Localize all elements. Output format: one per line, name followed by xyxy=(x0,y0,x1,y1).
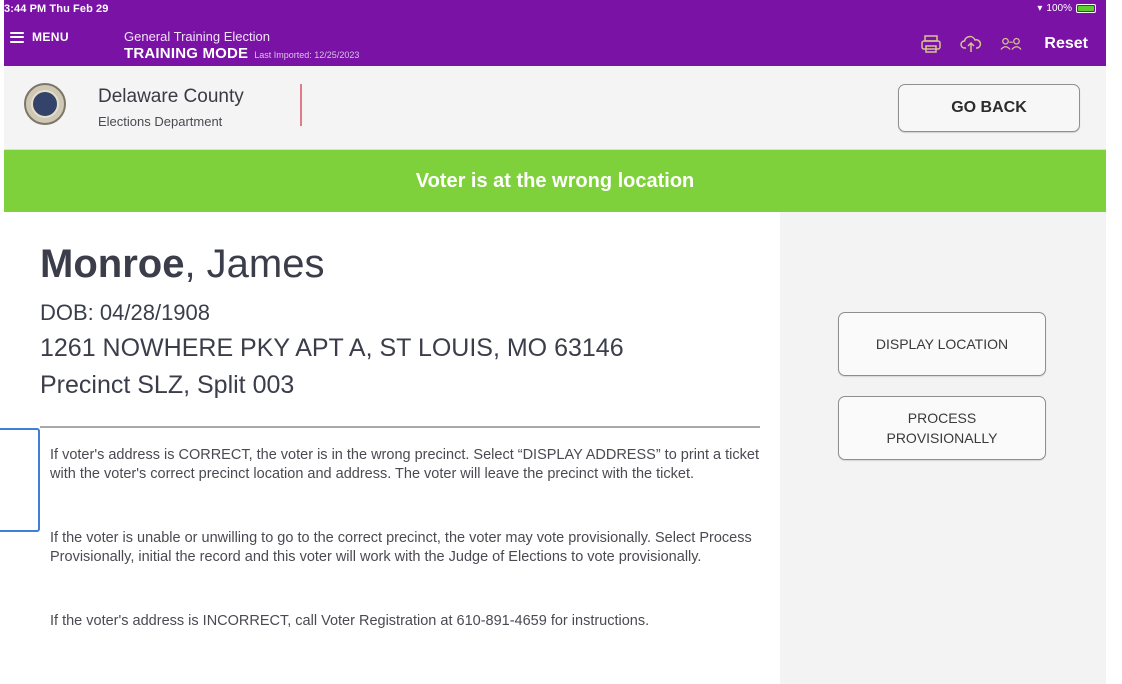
section-divider xyxy=(40,426,760,428)
printer-icon[interactable] xyxy=(920,34,942,54)
hamburger-icon xyxy=(10,31,24,43)
voter-dob: DOB: 04/28/1908 xyxy=(40,300,211,325)
instruction-provisional: If the voter is unable or unwilling to g… xyxy=(50,530,752,565)
status-banner: Voter is at the wrong location xyxy=(4,150,1106,212)
status-time: 3:44 PM Thu Feb 29 xyxy=(4,3,109,15)
actions-panel: DISPLAY LOCATION PROCESS PROVISIONALLY xyxy=(780,212,1106,684)
training-mode-label: TRAINING MODE xyxy=(124,45,249,62)
page-header: Delaware County Elections Department GO … xyxy=(4,66,1106,150)
voter-first-name: , James xyxy=(184,242,325,286)
status-battery: ▾ 100% xyxy=(1037,3,1096,14)
highlight-annotation xyxy=(0,428,40,532)
training-line: TRAINING MODE Last Imported: 12/25/2023 xyxy=(124,45,359,62)
voter-last-name: Monroe xyxy=(40,242,185,286)
battery-percent: 100% xyxy=(1046,3,1072,14)
county-seal-icon xyxy=(24,83,66,125)
menu-button[interactable]: MENU xyxy=(10,30,69,44)
voter-address: 1261 NOWHERE PKY APT A, ST LOUIS, MO 631… xyxy=(40,334,624,362)
menu-label: MENU xyxy=(32,30,69,44)
instruction-address-correct: If voter's address is CORRECT, the voter… xyxy=(50,447,759,482)
users-icon[interactable] xyxy=(1000,34,1022,54)
reset-button[interactable]: Reset xyxy=(1044,35,1088,53)
instruction-address-incorrect: If the voter's address is INCORRECT, cal… xyxy=(50,613,650,629)
last-imported: Last Imported: 12/25/2023 xyxy=(254,50,360,60)
display-location-button[interactable]: DISPLAY LOCATION xyxy=(838,312,1046,376)
org-name: Delaware County xyxy=(98,86,244,107)
org-department: Elections Department xyxy=(98,114,223,129)
wifi-icon: ▾ xyxy=(1037,3,1043,14)
battery-icon xyxy=(1076,4,1096,13)
voter-details-panel: Monroe, James DOB: 04/28/1908 1261 NOWHE… xyxy=(4,212,780,684)
voter-precinct: Precinct SLZ, Split 003 xyxy=(40,371,295,399)
app-screen: 3:44 PM Thu Feb 29 ▾ 100% MENU General T… xyxy=(4,0,1106,684)
go-back-button[interactable]: GO BACK xyxy=(898,84,1080,132)
top-nav-bar: 3:44 PM Thu Feb 29 ▾ 100% MENU General T… xyxy=(4,0,1106,66)
election-name: General Training Election xyxy=(124,29,270,44)
cloud-upload-icon[interactable] xyxy=(960,34,982,54)
top-actions: Reset xyxy=(920,34,1088,54)
voter-name: Monroe, James xyxy=(40,242,324,287)
process-provisionally-button[interactable]: PROCESS PROVISIONALLY xyxy=(838,396,1046,460)
header-divider xyxy=(300,84,302,126)
